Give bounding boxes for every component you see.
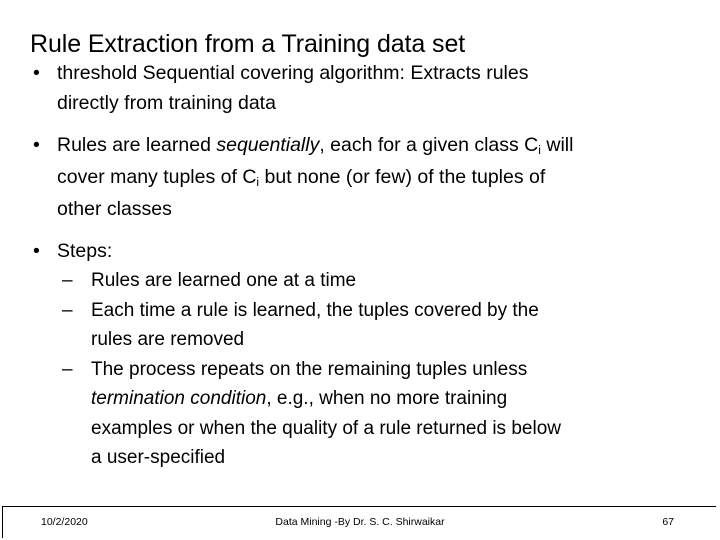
bullet-line: The process repeats on the remaining tup… (91, 358, 528, 380)
bullet-line: Rules are learned sequentially, each for… (57, 130, 720, 162)
slide-footer: 10/2/2020 Data Mining -By Dr. S. C. Shir… (2, 506, 716, 538)
bullet-line: Steps: (57, 240, 113, 262)
bullet-line: a user-specified (91, 447, 226, 468)
footer-attribution: Data Mining -By Dr. S. C. Shirwaikar (275, 516, 445, 528)
dash-marker-icon: – (62, 299, 73, 321)
page-title: Rule Extraction from a Training data set (30, 29, 466, 58)
text-fragment: Rules are learned (57, 134, 217, 156)
bullet-line: other classes (57, 198, 172, 220)
text-fragment-italic: sequentially (216, 134, 320, 156)
bullet-line: directly from training data (57, 92, 276, 114)
text-fragment: cover many tuples of C (57, 166, 257, 188)
bullet-item-rules-sequential: • Rules are learned sequentially, each f… (0, 130, 720, 224)
text-fragment-italic: termination condition (91, 388, 267, 409)
bullet-line: threshold Sequential covering algorithm:… (57, 62, 529, 84)
sub-bullet-item-tuples-covered: – Each time a rule is learned, the tuple… (0, 296, 720, 355)
bullet-line: examples or when the quality of a rule r… (91, 417, 561, 439)
dash-marker-icon: – (62, 270, 73, 291)
bullet-line: Each time a rule is learned, the tuples … (91, 299, 539, 321)
bullet-line: cover many tuples of Ci but none (or few… (57, 162, 720, 194)
text-fragment: will (540, 134, 574, 156)
sub-bullet-item-one-at-a-time: – Rules are learned one at a time (0, 266, 720, 296)
text-fragment: , e.g., when no more training (266, 388, 508, 409)
bullet-marker-icon: • (33, 62, 40, 84)
sub-bullet-list: – Rules are learned one at a time – Each… (0, 266, 720, 473)
slide-canvas: Rule Extraction from a Training data set… (0, 0, 720, 540)
bullet-line: rules are removed (91, 329, 245, 350)
bullet-marker-icon: • (33, 134, 40, 156)
bullet-line: termination condition, e.g., when no mor… (91, 384, 720, 414)
subscript-i: i (256, 175, 260, 190)
sub-bullet-item-process-repeats: – The process repeats on the remaining t… (0, 355, 720, 473)
text-fragment: but none (or few) of the tuples of (259, 166, 546, 188)
footer-page-number: 67 (662, 516, 674, 528)
bullet-item-threshold: • threshold Sequential covering algorith… (0, 58, 720, 118)
bullet-line: Rules are learned one at a time (91, 270, 357, 291)
text-fragment: , each for a given class C (319, 134, 539, 156)
bullet-marker-icon: • (33, 240, 40, 262)
subscript-i: i (538, 143, 541, 158)
bullet-item-steps: • Steps: (0, 236, 720, 266)
dash-marker-icon: – (62, 358, 73, 380)
slide-body: • threshold Sequential covering algorith… (0, 58, 720, 473)
